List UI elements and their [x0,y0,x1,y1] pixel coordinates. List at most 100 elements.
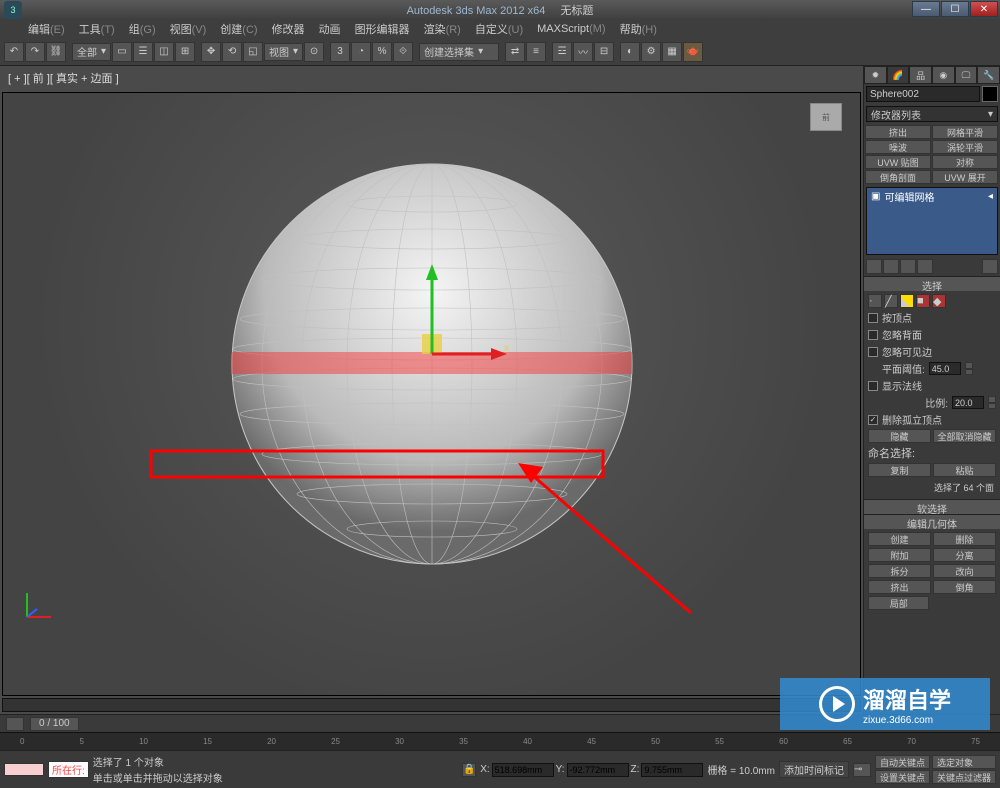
viewport-hscrollbar[interactable] [2,698,861,712]
link-button[interactable]: ⛓ [46,42,66,62]
frame-indicator[interactable]: 0 / 100 [30,717,79,731]
add-time-tag[interactable]: 添加时间标记 [779,761,849,778]
poly-subobj-icon[interactable]: ■ [916,294,930,308]
app-logo-icon[interactable]: 3 [4,1,22,19]
remove-mod-button[interactable] [917,259,933,274]
stack-editable-mesh[interactable]: ▣ 可编辑网格◂ [868,189,996,203]
create-button[interactable]: 创建 [868,532,931,546]
percent-snap-toggle[interactable]: % [372,42,392,62]
curve-editor-button[interactable]: 〰 [573,42,593,62]
show-result-button[interactable] [883,259,899,274]
menu-graph-editors[interactable]: 图形编辑器 [349,20,416,38]
soft-sel-rollout-header[interactable]: 软选择 [864,500,1000,514]
align-button[interactable]: ≡ [526,42,546,62]
sphere-object[interactable]: x [212,144,652,584]
view-cube[interactable]: 前 [810,103,842,131]
edit-geom-rollout-header[interactable]: 编辑几何体 [864,515,1000,529]
menu-group[interactable]: 组(G) [123,20,162,38]
planar-thresh-spinner[interactable]: 45.0 [929,362,961,375]
auto-key-button[interactable]: 自动关键点 [875,755,930,769]
edge-subobj-icon[interactable]: ╱ [884,294,898,308]
ignore-visible-checkbox[interactable] [868,347,878,357]
select-by-name-button[interactable]: ☰ [133,42,153,62]
preset-turbosmooth[interactable]: 涡轮平滑 [932,140,998,154]
element-subobj-icon[interactable]: ◆ [932,294,946,308]
mirror-button[interactable]: ⇄ [505,42,525,62]
menu-tools[interactable]: 工具(T) [73,20,121,38]
extrude-button[interactable]: 挤出 [868,580,931,594]
preset-uvw-map[interactable]: UVW 贴图 [865,155,931,169]
time-config-button[interactable] [6,717,24,731]
preset-uvw-unwrap[interactable]: UVW 展开 [932,170,998,184]
menu-view[interactable]: 视图(V) [164,20,213,38]
window-crossing-button[interactable]: ⊞ [175,42,195,62]
menu-animation[interactable]: 动画 [313,20,347,38]
hierarchy-tab[interactable]: 品 [909,66,932,84]
set-key-button[interactable]: 设置关键点 [875,770,930,784]
material-editor-button[interactable]: ◐ [620,42,640,62]
redo-button[interactable]: ↷ [25,42,45,62]
menu-customize[interactable]: 自定义(U) [469,20,529,38]
copy-sel-button[interactable]: 复制 [868,463,931,477]
modify-tab[interactable]: 🌈 [887,66,910,84]
paste-sel-button[interactable]: 粘贴 [933,463,996,477]
scale-button[interactable]: ◱ [243,42,263,62]
z-coord-input[interactable] [641,763,703,777]
select-button[interactable]: ▭ [112,42,132,62]
face-subobj-icon[interactable]: ◣ [900,294,914,308]
local-button[interactable]: 局部 [868,596,929,610]
make-unique-button[interactable] [900,259,916,274]
pivot-button[interactable]: ⊙ [304,42,324,62]
rotate-button[interactable]: ⟲ [222,42,242,62]
show-normals-checkbox[interactable] [868,381,878,391]
vertex-subobj-icon[interactable]: · [868,294,882,308]
menu-maxscript[interactable]: MAXScript(M) [531,22,611,36]
preset-noise[interactable]: 噪波 [865,140,931,154]
object-color-swatch[interactable] [982,86,998,102]
bevel-button[interactable]: 倒角 [933,580,996,594]
menu-create[interactable]: 创建(C) [214,20,263,38]
configure-sets-button[interactable] [982,259,998,274]
selection-rollout-header[interactable]: 选择 [864,277,1000,291]
viewport-label[interactable]: [ + ][ 前 ][ 真实 + 边面 ] [0,66,863,90]
selection-filter-combo[interactable]: 全部 [72,43,111,61]
split-button[interactable]: 拆分 [868,564,931,578]
delete-button[interactable]: 删除 [933,532,996,546]
motion-tab[interactable]: ◉ [932,66,955,84]
render-frame-button[interactable]: ▦ [662,42,682,62]
maximize-button[interactable]: ☐ [941,1,969,17]
key-mode-icon[interactable]: ⊸ [853,763,871,777]
lock-selection-icon[interactable]: 🔒 [462,763,476,777]
spinner-snap-toggle[interactable]: ⟐ [393,42,413,62]
object-name-field[interactable]: Sphere002 [866,86,980,102]
ref-coord-combo[interactable]: 视图 [264,43,303,61]
create-tab[interactable]: ✹ [864,66,887,84]
modifier-list-combo[interactable]: 修改器列表▾ [866,106,998,122]
preset-meshsmooth[interactable]: 网格平滑 [932,125,998,139]
close-button[interactable]: ✕ [970,1,998,17]
preset-symmetry[interactable]: 对称 [932,155,998,169]
pin-stack-button[interactable] [866,259,882,274]
menu-modifiers[interactable]: 修改器 [266,20,311,38]
x-coord-input[interactable] [492,763,554,777]
menu-help[interactable]: 帮助(H) [614,20,663,38]
angle-snap-toggle[interactable]: ◔ [351,42,371,62]
redirect-button[interactable]: 改向 [933,564,996,578]
display-tab[interactable]: 🖵 [955,66,978,84]
ignore-backface-checkbox[interactable] [868,330,878,340]
key-filters-button[interactable]: 关键点过滤器 [932,770,996,784]
track-bar[interactable]: 051015202530354045505560657075 [0,732,1000,750]
layer-manager-button[interactable]: ☲ [552,42,572,62]
menu-edit[interactable]: 编辑(E) [22,20,71,38]
modifier-stack[interactable]: ▣ 可编辑网格◂ [866,187,998,255]
preset-bevel-profile[interactable]: 倒角剖面 [865,170,931,184]
render-setup-button[interactable]: ⚙ [641,42,661,62]
maxscript-mini-listener[interactable] [4,763,44,776]
viewport[interactable]: 前 [2,92,861,696]
render-button[interactable]: 🫖 [683,42,703,62]
menu-render[interactable]: 渲染(R) [418,20,467,38]
delete-isolated-checkbox[interactable]: ✓ [868,415,878,425]
preset-extrude[interactable]: 挤出 [865,125,931,139]
named-selset-combo[interactable]: 创建选择集 [419,43,499,61]
minimize-button[interactable]: — [912,1,940,17]
